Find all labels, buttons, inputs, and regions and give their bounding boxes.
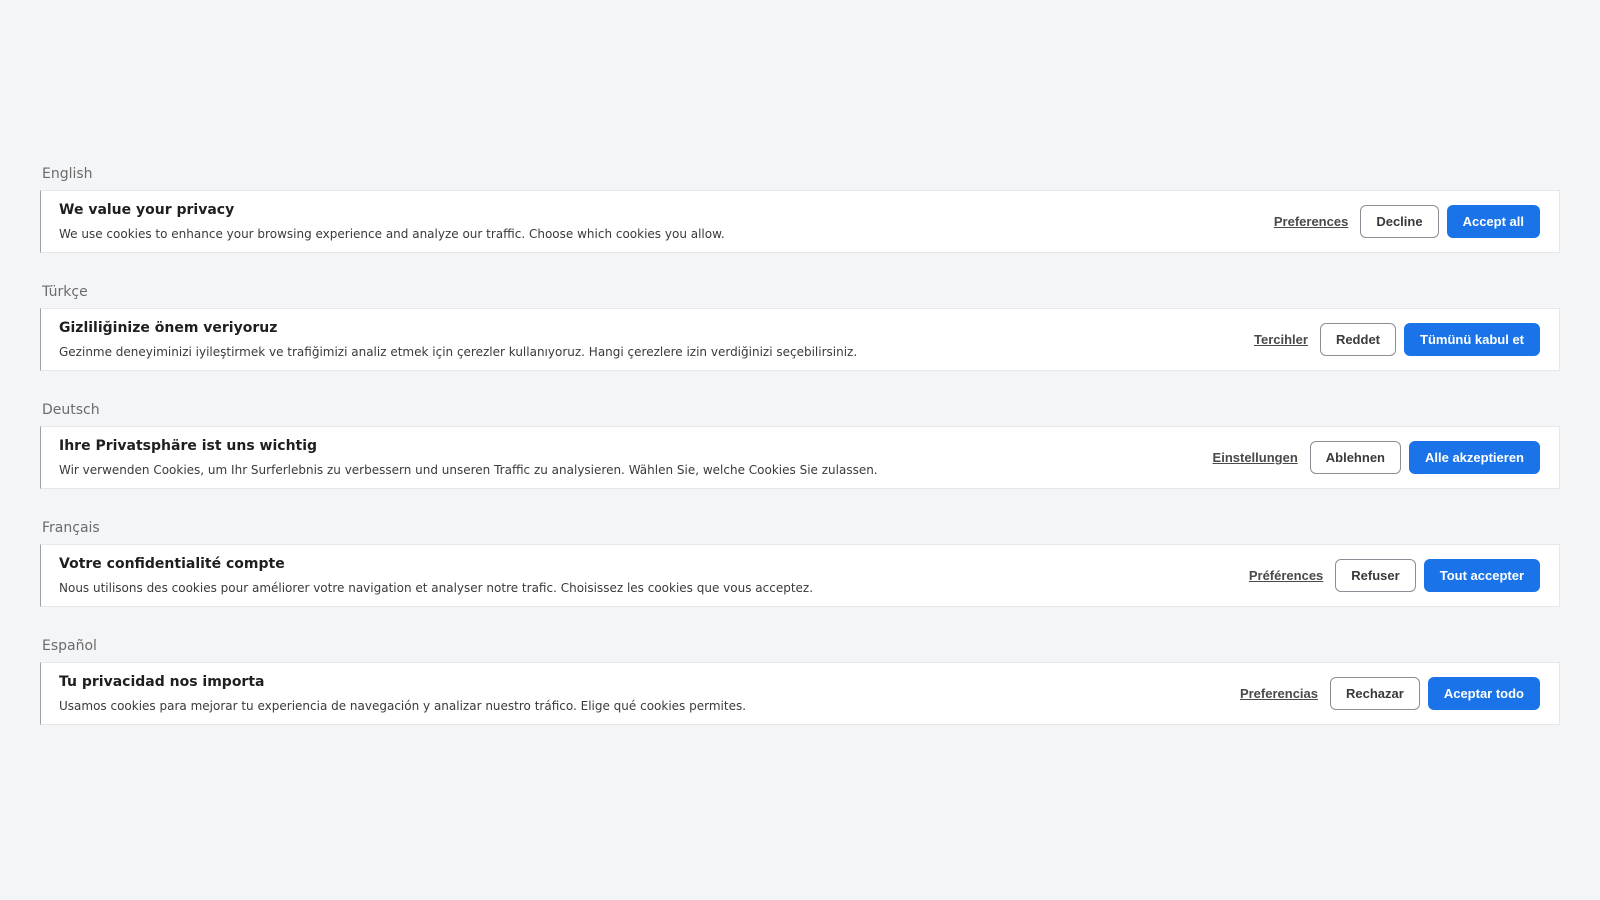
cookie-banner: Votre confidentialité compte Nous utilis… [40, 544, 1560, 607]
preferences-link[interactable]: Tercihler [1254, 332, 1308, 347]
decline-button[interactable]: Reddet [1319, 323, 1396, 356]
language-label: Türkçe [42, 284, 88, 300]
decline-button[interactable]: Refuser [1335, 559, 1416, 592]
banner-title: We value your privacy [59, 201, 235, 218]
cookie-banner: Gizliliğinize önem veriyoruz Gezinme den… [40, 308, 1560, 371]
banner-description: Nous utilisons des cookies pour améliore… [59, 580, 814, 595]
cookie-banner: Ihre Privatsphäre ist uns wichtig Wir ve… [40, 426, 1560, 489]
decline-button[interactable]: Ablehnen [1309, 441, 1401, 474]
banner-description: Usamos cookies para mejorar tu experienc… [59, 698, 747, 713]
banner-title: Votre confidentialité compte [59, 555, 285, 572]
banner-title: Tu privacidad nos importa [59, 673, 265, 690]
accept-all-button[interactable]: Accept all [1446, 205, 1540, 238]
accept-all-button[interactable]: Tümünü kabul et [1404, 323, 1540, 356]
banner-text: Votre confidentialité compte Nous utilis… [59, 556, 813, 596]
banner-actions: Tercihler Reddet Tümünü kabul et [1254, 323, 1540, 356]
preferences-link[interactable]: Preferencias [1240, 686, 1318, 701]
banner-actions: Einstellungen Ablehnen Alle akzeptieren [1213, 441, 1540, 474]
banner-actions: Preferencias Rechazar Aceptar todo [1240, 677, 1540, 710]
banner-description: Gezinme deneyiminizi iyileştirmek ve tra… [59, 344, 858, 359]
language-label: English [42, 166, 93, 182]
banner-text: We value your privacy We use cookies to … [59, 202, 725, 242]
language-label: Français [42, 520, 100, 536]
banner-actions: Preferences Decline Accept all [1274, 205, 1540, 238]
language-label: Deutsch [42, 402, 100, 418]
banner-description: Wir verwenden Cookies, um Ihr Surferlebn… [59, 462, 878, 477]
section-spanish: Español Tu privacidad nos importa Usamos… [40, 638, 1560, 725]
decline-button[interactable]: Decline [1360, 205, 1439, 238]
banner-text: Tu privacidad nos importa Usamos cookies… [59, 674, 746, 714]
cookie-banner: We value your privacy We use cookies to … [40, 190, 1560, 253]
banner-title: Gizliliğinize önem veriyoruz [59, 319, 278, 336]
language-label: Español [42, 638, 97, 654]
section-english: English We value your privacy We use coo… [40, 166, 1560, 253]
preferences-link[interactable]: Preferences [1274, 214, 1348, 229]
section-french: Français Votre confidentialité compte No… [40, 520, 1560, 607]
banner-actions: Préférences Refuser Tout accepter [1249, 559, 1540, 592]
banner-text: Ihre Privatsphäre ist uns wichtig Wir ve… [59, 438, 878, 478]
banner-title: Ihre Privatsphäre ist uns wichtig [59, 437, 318, 454]
section-german: Deutsch Ihre Privatsphäre ist uns wichti… [40, 402, 1560, 489]
preferences-link[interactable]: Préférences [1249, 568, 1323, 583]
accept-all-button[interactable]: Aceptar todo [1427, 677, 1540, 710]
section-turkish: Türkçe Gizliliğinize önem veriyoruz Gezi… [40, 284, 1560, 371]
accept-all-button[interactable]: Tout accepter [1423, 559, 1540, 592]
banner-text: Gizliliğinize önem veriyoruz Gezinme den… [59, 320, 857, 360]
accept-all-button[interactable]: Alle akzeptieren [1409, 441, 1540, 474]
cookie-banner: Tu privacidad nos importa Usamos cookies… [40, 662, 1560, 725]
decline-button[interactable]: Rechazar [1330, 677, 1420, 710]
banner-description: We use cookies to enhance your browsing … [59, 226, 725, 241]
cookie-banner-list: English We value your privacy We use coo… [40, 166, 1560, 756]
preferences-link[interactable]: Einstellungen [1213, 450, 1298, 465]
